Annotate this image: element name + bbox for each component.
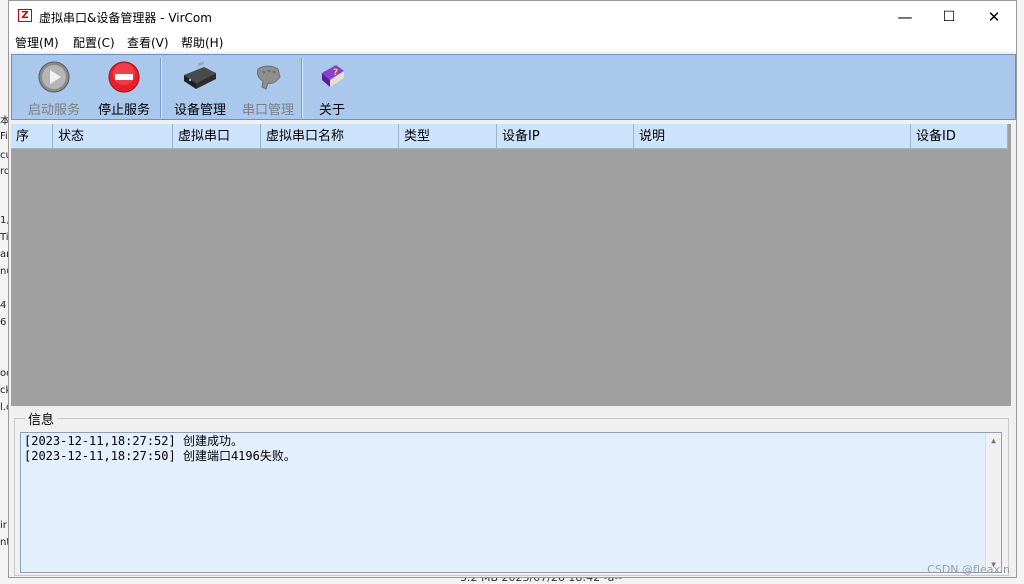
column-header-index[interactable]: 序: [11, 124, 53, 149]
virtual-port-list[interactable]: 序 状态 虚拟串口 虚拟串口名称 类型 设备IP 说明 设备ID: [11, 124, 1011, 406]
about-button[interactable]: ? 关于: [306, 59, 358, 118]
serial-port-management-button[interactable]: 串口管理: [234, 59, 302, 118]
device-management-button[interactable]: 设备管理: [164, 59, 236, 118]
info-legend: 信息: [25, 409, 58, 428]
title-bar[interactable]: Z 虚拟串口&设备管理器 - VirCom — ☐ ✕: [9, 1, 1016, 32]
menu-manage[interactable]: 管理(M): [15, 34, 59, 51]
minimize-button[interactable]: —: [882, 1, 928, 32]
column-header-virtual-port-name[interactable]: 虚拟串口名称: [261, 124, 399, 149]
stop-icon: [108, 61, 140, 93]
about-label: 关于: [318, 103, 345, 118]
column-header-status[interactable]: 状态: [53, 124, 173, 149]
device-server-icon: [180, 61, 220, 93]
column-header-virtual-port[interactable]: 虚拟串口: [173, 124, 261, 149]
watermark: CSDN @fleaxin: [927, 563, 1010, 576]
stop-service-label: 停止服务: [97, 103, 150, 118]
toolbar-separator: [301, 58, 303, 118]
toolbar: 启动服务 停止服务 设备管理 串口管理 ? 关于: [11, 54, 1016, 120]
scroll-up-icon[interactable]: ▲: [988, 435, 999, 446]
toolbar-separator: [160, 58, 162, 118]
app-icon[interactable]: Z: [18, 9, 32, 22]
log-line: [2023-12-11,18:27:52] 创建成功。: [24, 434, 243, 448]
vircom-window: Z 虚拟串口&设备管理器 - VirCom — ☐ ✕ 管理(M) 配置(C) …: [8, 0, 1017, 578]
menu-help[interactable]: 帮助(H): [181, 34, 223, 51]
info-log[interactable]: [2023-12-11,18:27:52] 创建成功。 [2023-12-11,…: [20, 432, 1002, 573]
menu-view[interactable]: 查看(V): [127, 34, 169, 51]
stop-service-button[interactable]: 停止服务: [90, 59, 158, 118]
column-header-description[interactable]: 说明: [634, 124, 911, 149]
column-header-device-id[interactable]: 设备ID: [911, 124, 1008, 149]
close-button[interactable]: ✕: [971, 1, 1017, 32]
device-management-label: 设备管理: [173, 103, 226, 118]
serial-port-icon: [252, 61, 284, 93]
maximize-button[interactable]: ☐: [926, 1, 972, 32]
start-service-button[interactable]: 启动服务: [20, 59, 88, 118]
column-header-device-ip[interactable]: 设备IP: [497, 124, 634, 149]
start-service-label: 启动服务: [27, 103, 80, 118]
log-line: [2023-12-11,18:27:50] 创建端口4196失败。: [24, 449, 296, 463]
list-header: 序 状态 虚拟串口 虚拟串口名称 类型 设备IP 说明 设备ID: [11, 124, 1011, 149]
window-title: 虚拟串口&设备管理器 - VirCom: [39, 11, 212, 25]
svg-text:?: ?: [333, 68, 338, 78]
column-header-type[interactable]: 类型: [399, 124, 497, 149]
serial-port-management-label: 串口管理: [241, 103, 294, 118]
menu-config[interactable]: 配置(C): [73, 34, 115, 51]
log-scrollbar[interactable]: ▲ ▼: [985, 433, 1001, 572]
info-group: 信息 [2023-12-11,18:27:52] 创建成功。 [2023-12-…: [14, 409, 1009, 576]
play-icon: [38, 61, 70, 93]
menu-bar: 管理(M) 配置(C) 查看(V) 帮助(H): [9, 32, 1016, 52]
help-book-icon: ?: [316, 61, 348, 93]
